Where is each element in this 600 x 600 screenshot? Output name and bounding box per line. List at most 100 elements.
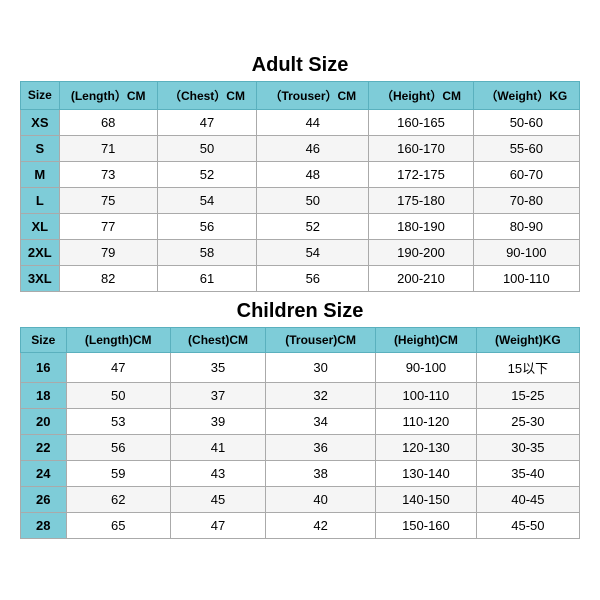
table-cell: 160-170 bbox=[369, 135, 473, 161]
table-cell: 30-35 bbox=[476, 434, 579, 460]
table-cell: 48 bbox=[257, 161, 369, 187]
table-cell: 30 bbox=[266, 352, 376, 382]
table-cell: 200-210 bbox=[369, 265, 473, 291]
adult-header-cell: （Chest）CM bbox=[157, 81, 257, 109]
table-cell: 28 bbox=[21, 512, 67, 538]
table-cell: 80-90 bbox=[473, 213, 579, 239]
children-header-cell: Size bbox=[21, 327, 67, 352]
table-cell: 62 bbox=[66, 486, 170, 512]
table-cell: 25-30 bbox=[476, 408, 579, 434]
table-cell: 56 bbox=[257, 265, 369, 291]
table-cell: 50 bbox=[66, 382, 170, 408]
table-cell: 50 bbox=[257, 187, 369, 213]
children-title: Children Size bbox=[20, 300, 580, 323]
table-cell: 60-70 bbox=[473, 161, 579, 187]
table-cell: 55-60 bbox=[473, 135, 579, 161]
table-cell: 175-180 bbox=[369, 187, 473, 213]
table-cell: L bbox=[21, 187, 60, 213]
table-row: 18503732100-11015-25 bbox=[21, 382, 580, 408]
table-row: 2XL795854190-20090-100 bbox=[21, 239, 580, 265]
table-row: XL775652180-19080-90 bbox=[21, 213, 580, 239]
table-cell: 75 bbox=[59, 187, 157, 213]
table-cell: 65 bbox=[66, 512, 170, 538]
table-cell: 46 bbox=[257, 135, 369, 161]
table-row: 22564136120-13030-35 bbox=[21, 434, 580, 460]
children-header-row: Size(Length)CM(Chest)CM(Trouser)CM(Heigh… bbox=[21, 327, 580, 352]
table-cell: M bbox=[21, 161, 60, 187]
table-cell: 38 bbox=[266, 460, 376, 486]
table-cell: 140-150 bbox=[376, 486, 477, 512]
table-cell: 40-45 bbox=[476, 486, 579, 512]
table-cell: 71 bbox=[59, 135, 157, 161]
table-cell: 110-120 bbox=[376, 408, 477, 434]
table-cell: 3XL bbox=[21, 265, 60, 291]
table-cell: 15-25 bbox=[476, 382, 579, 408]
adult-table-body: XS684744160-16550-60S715046160-17055-60M… bbox=[21, 109, 580, 291]
table-cell: 150-160 bbox=[376, 512, 477, 538]
table-cell: 56 bbox=[157, 213, 257, 239]
adult-title: Adult Size bbox=[20, 54, 580, 77]
table-cell: 2XL bbox=[21, 239, 60, 265]
table-cell: 50-60 bbox=[473, 109, 579, 135]
adult-header-cell: Size bbox=[21, 81, 60, 109]
children-header-cell: (Length)CM bbox=[66, 327, 170, 352]
table-cell: 70-80 bbox=[473, 187, 579, 213]
table-row: 1647353090-10015以下 bbox=[21, 352, 580, 382]
table-cell: 190-200 bbox=[369, 239, 473, 265]
table-row: L755450175-18070-80 bbox=[21, 187, 580, 213]
table-cell: 68 bbox=[59, 109, 157, 135]
table-cell: 79 bbox=[59, 239, 157, 265]
table-row: 24594338130-14035-40 bbox=[21, 460, 580, 486]
table-cell: 35-40 bbox=[476, 460, 579, 486]
table-cell: 77 bbox=[59, 213, 157, 239]
table-cell: 45-50 bbox=[476, 512, 579, 538]
table-cell: 36 bbox=[266, 434, 376, 460]
children-table-head: Size(Length)CM(Chest)CM(Trouser)CM(Heigh… bbox=[21, 327, 580, 352]
table-cell: S bbox=[21, 135, 60, 161]
table-cell: 82 bbox=[59, 265, 157, 291]
table-cell: 120-130 bbox=[376, 434, 477, 460]
table-cell: 44 bbox=[257, 109, 369, 135]
size-chart-container: Adult Size Size(Length）CM（Chest）CM（Trous… bbox=[10, 44, 590, 557]
table-cell: 20 bbox=[21, 408, 67, 434]
table-cell: 45 bbox=[170, 486, 265, 512]
table-row: XS684744160-16550-60 bbox=[21, 109, 580, 135]
table-cell: 52 bbox=[257, 213, 369, 239]
table-cell: 37 bbox=[170, 382, 265, 408]
adult-size-table: Size(Length）CM（Chest）CM（Trouser）CM（Heigh… bbox=[20, 81, 580, 292]
children-header-cell: (Height)CM bbox=[376, 327, 477, 352]
table-cell: 42 bbox=[266, 512, 376, 538]
table-cell: 160-165 bbox=[369, 109, 473, 135]
table-row: 26624540140-15040-45 bbox=[21, 486, 580, 512]
table-cell: 56 bbox=[66, 434, 170, 460]
table-cell: 52 bbox=[157, 161, 257, 187]
table-cell: 50 bbox=[157, 135, 257, 161]
adult-header-row: Size(Length）CM（Chest）CM（Trouser）CM（Heigh… bbox=[21, 81, 580, 109]
table-cell: 54 bbox=[257, 239, 369, 265]
table-cell: 90-100 bbox=[376, 352, 477, 382]
table-row: 28654742150-16045-50 bbox=[21, 512, 580, 538]
table-cell: 15以下 bbox=[476, 352, 579, 382]
table-cell: 26 bbox=[21, 486, 67, 512]
table-cell: 53 bbox=[66, 408, 170, 434]
adult-header-cell: (Length）CM bbox=[59, 81, 157, 109]
table-cell: 35 bbox=[170, 352, 265, 382]
table-cell: 54 bbox=[157, 187, 257, 213]
table-cell: 32 bbox=[266, 382, 376, 408]
table-cell: 90-100 bbox=[473, 239, 579, 265]
table-cell: 41 bbox=[170, 434, 265, 460]
adult-header-cell: （Trouser）CM bbox=[257, 81, 369, 109]
table-cell: 172-175 bbox=[369, 161, 473, 187]
table-cell: 40 bbox=[266, 486, 376, 512]
adult-header-cell: （Height）CM bbox=[369, 81, 473, 109]
table-cell: 18 bbox=[21, 382, 67, 408]
table-cell: 58 bbox=[157, 239, 257, 265]
table-cell: 180-190 bbox=[369, 213, 473, 239]
table-row: 20533934110-12025-30 bbox=[21, 408, 580, 434]
table-row: 3XL826156200-210100-110 bbox=[21, 265, 580, 291]
adult-header-cell: （Weight）KG bbox=[473, 81, 579, 109]
table-cell: 59 bbox=[66, 460, 170, 486]
table-row: M735248172-17560-70 bbox=[21, 161, 580, 187]
children-header-cell: (Chest)CM bbox=[170, 327, 265, 352]
table-cell: 47 bbox=[157, 109, 257, 135]
